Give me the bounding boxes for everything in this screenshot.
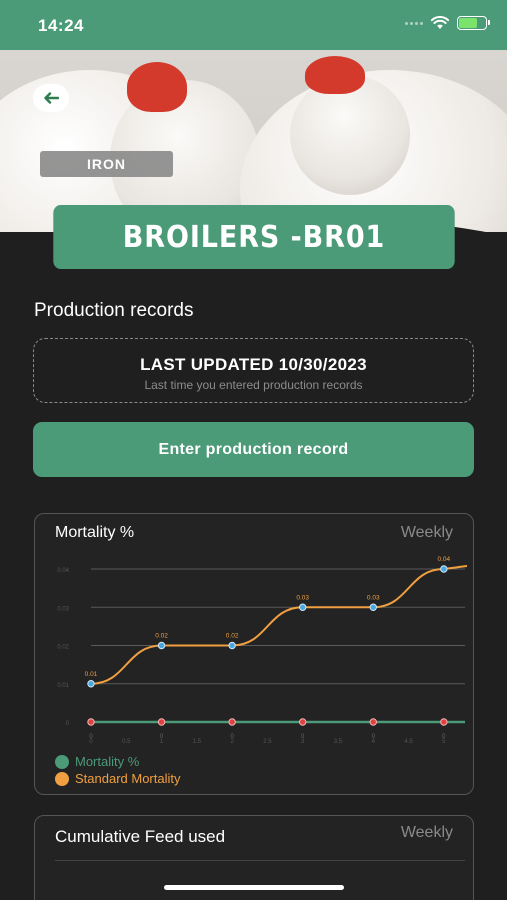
data-label-mortality: 0: [442, 734, 446, 740]
legend-dot-standard: [55, 771, 69, 786]
wifi-icon: [431, 16, 449, 29]
data-point-standard: [440, 565, 448, 573]
status-icons: [405, 16, 490, 30]
section-title: Production records: [34, 300, 194, 321]
status-time: 14:24: [38, 16, 84, 35]
data-point-standard: [228, 641, 236, 650]
data-point-standard: [298, 603, 307, 611]
x-tick-label: 3.5: [334, 739, 343, 745]
data-label-standard: 0.02: [226, 633, 239, 640]
data-point-mortality: [298, 718, 307, 726]
x-tick-label: 1.5: [193, 739, 202, 745]
y-tick-label: 0.01: [57, 683, 69, 689]
data-point-mortality: [228, 718, 236, 726]
enter-production-record-button[interactable]: Enter production record: [33, 422, 474, 477]
legend-item-standard: Standard Mortality: [55, 771, 181, 786]
data-label-standard: 0.03: [296, 594, 309, 601]
arrow-left-icon: [44, 92, 59, 104]
data-label-standard: 0.02: [155, 633, 168, 640]
data-point-standard: [369, 603, 377, 611]
data-label-mortality: 0: [230, 734, 234, 740]
y-tick-label: 0: [66, 721, 70, 727]
last-updated-text: LAST UPDATED 10/30/2023: [140, 355, 367, 374]
data-point-mortality: [440, 718, 448, 726]
data-point-mortality: [157, 718, 166, 726]
last-updated-hint: Last time you entered production records: [144, 378, 363, 392]
x-tick-label: 0.5: [122, 739, 131, 745]
data-label-mortality: 0: [89, 734, 93, 740]
data-label-standard: 0.04: [438, 556, 451, 563]
data-point-standard: [157, 641, 166, 650]
y-tick-label: 0.04: [57, 568, 69, 574]
cellular-signal-icon: [405, 21, 423, 25]
data-point-mortality: [369, 718, 377, 726]
back-button[interactable]: [33, 84, 69, 112]
y-tick-label: 0.03: [57, 606, 69, 612]
data-label-standard: 0.01: [85, 671, 98, 678]
y-tick-label: 0.02: [57, 645, 69, 651]
mortality-chart: 00.010.020.030.040 0.5 1 1.5 2 2.5 3 3.5 4 4.5 50 0…: [57, 556, 468, 745]
status-bar: 14:24: [0, 0, 507, 50]
feed-gridline: [55, 860, 465, 861]
feed-card-title: Cumulative Feed used: [55, 827, 226, 846]
last-updated-box: LAST UPDATED 10/30/2023 Last time you en…: [33, 338, 474, 403]
legend-label-standard: Standard Mortality: [75, 771, 181, 786]
legend-dot-mortality: [55, 754, 69, 769]
data-point-mortality: [87, 718, 95, 726]
x-tick-label: 4.5: [404, 739, 413, 745]
legend-label-mortality: Mortality %: [75, 754, 140, 769]
legend-item-mortality: Mortality %: [55, 754, 139, 769]
data-label-mortality: 0: [160, 734, 164, 740]
feed-period-selector[interactable]: Weekly: [401, 824, 453, 842]
data-label-mortality: 0: [372, 734, 376, 740]
mortality-card: Mortality % Weekly 0 0.01 0.02 0.03 0.04 0 0.5…: [34, 513, 474, 795]
series-line-standard: [90, 565, 468, 685]
data-label-mortality: 0: [301, 734, 305, 740]
data-label-standard: 0.03: [367, 594, 380, 601]
data-point-standard: [87, 680, 95, 688]
x-tick-label: 2.5: [263, 739, 272, 745]
battery-icon: [457, 16, 490, 30]
home-indicator[interactable]: [164, 885, 344, 890]
flock-title: BROILERS -BR01: [53, 205, 455, 269]
breed-tag: IRON: [40, 151, 173, 177]
